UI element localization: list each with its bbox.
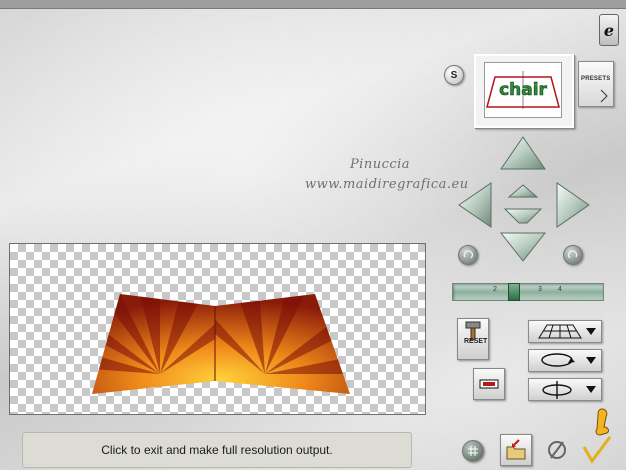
plugin-logo-icon[interactable]: e [599, 14, 619, 46]
arrow-right-icon[interactable] [556, 182, 590, 228]
presets-button[interactable]: PRESETS [578, 61, 614, 107]
reset-button[interactable]: RESET [457, 318, 489, 360]
perspective-mode-dropdown[interactable] [528, 320, 602, 343]
preset-preview[interactable]: chair [474, 54, 574, 128]
zoom-tick: 3 [538, 286, 542, 293]
status-message: Click to exit and make full resolution o… [101, 443, 333, 457]
tile-icon [479, 379, 499, 389]
watermark: Pinuccia www.maidiregrafica.eu [305, 155, 469, 195]
spin-axis-icon [542, 381, 572, 399]
reset-label: RESET [464, 338, 488, 345]
arrow-down-icon[interactable] [499, 232, 547, 262]
zoom-tick: 2 [493, 286, 497, 293]
ok-checkmark-icon[interactable] [580, 405, 620, 465]
preview-logo-text: chair [499, 80, 547, 100]
s-label: S [450, 69, 458, 81]
rotation-mode-dropdown[interactable] [528, 349, 602, 372]
tile-options-button[interactable] [473, 368, 505, 400]
zoom-slider[interactable]: 2 3 4 [452, 283, 604, 301]
spin-mode-dropdown[interactable] [528, 378, 602, 401]
chevron-down-icon [586, 328, 596, 335]
orbit-icon [541, 353, 575, 367]
s-button[interactable]: S [444, 65, 464, 85]
transformed-image [92, 294, 350, 394]
rotate-left-icon[interactable] [458, 245, 478, 265]
arrow-up-icon[interactable] [500, 136, 546, 170]
chevron-down-icon [586, 357, 596, 364]
chevron-down-icon [586, 386, 596, 393]
small-up-icon[interactable] [507, 184, 539, 198]
zoom-slider-thumb[interactable] [508, 283, 520, 301]
grid-plane-icon [538, 324, 582, 339]
zoom-tick: 4 [558, 286, 562, 293]
watermark-name: Pinuccia [349, 157, 411, 172]
svg-text:e: e [604, 21, 614, 40]
status-bar: Click to exit and make full resolution o… [22, 432, 412, 468]
preview-canvas[interactable] [9, 243, 426, 415]
watermark-url: www.maidiregrafica.eu [305, 177, 469, 192]
cancel-icon[interactable] [545, 438, 569, 462]
folder-icon[interactable] [500, 434, 532, 466]
grid-icon[interactable] [462, 440, 484, 462]
rotate-right-icon[interactable] [563, 245, 583, 265]
top-bar [0, 0, 626, 9]
small-down-icon[interactable] [503, 208, 543, 224]
arrow-left-icon[interactable] [458, 182, 492, 228]
preview-thumbnail: chair [484, 62, 562, 118]
